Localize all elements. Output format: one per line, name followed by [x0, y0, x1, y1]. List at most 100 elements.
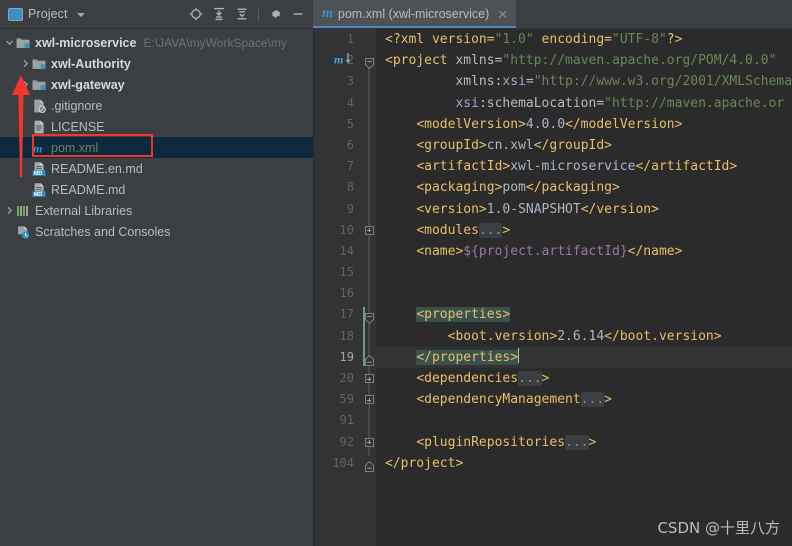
tree-node-label: External Libraries	[35, 203, 133, 218]
code-token: </boot.version>	[604, 328, 722, 344]
line-number: 16	[339, 286, 354, 301]
svg-text:MD: MD	[34, 191, 42, 197]
code-token: <artifactId>	[416, 159, 511, 175]
tree-node-xwl-microservice[interactable]: xwl-microservice E:\JAVA\myWorkSpace\my	[0, 32, 313, 53]
code-token: "UTF-8"	[612, 32, 667, 47]
tree-node-readme-en-md[interactable]: MD README.en.md	[0, 158, 313, 179]
line-number: 92	[339, 434, 354, 449]
code-token: </groupId>	[533, 137, 613, 153]
code-token: <dependencyManagement	[416, 392, 581, 408]
fold-cell	[362, 29, 376, 50]
code-line[interactable]: <groupId>cn.xwl</groupId>	[376, 135, 792, 156]
code-line[interactable]: <dependencies...>	[376, 368, 792, 389]
code-token: ...	[518, 371, 542, 386]
code-token: ...	[478, 222, 503, 238]
code-line[interactable]: <dependencyManagement...>	[376, 389, 792, 410]
gear-icon[interactable]	[264, 3, 286, 25]
code-token: <version>	[416, 201, 487, 217]
fold-collapse-start-icon[interactable]	[364, 56, 374, 70]
toolbar-separator	[258, 6, 259, 22]
top-row: Project m pom.xml (xwl-microservice) ✕	[0, 0, 792, 29]
editor-fold-column[interactable]	[362, 29, 376, 546]
code-line[interactable]	[376, 283, 792, 304]
code-token: 2.6.14	[557, 328, 605, 344]
tree-node-readme-md[interactable]: MD README.md	[0, 179, 313, 200]
tree-node-external-libraries[interactable]: External Libraries	[0, 200, 313, 221]
line-number: 1	[346, 32, 354, 46]
minimize-icon[interactable]	[287, 3, 309, 25]
fold-collapse-start-icon[interactable]	[364, 311, 374, 324]
tree-node-xwl-gateway[interactable]: xwl-gateway	[0, 74, 313, 95]
line-number: 6	[346, 137, 354, 152]
fold-expand-icon[interactable]	[364, 225, 374, 235]
chevron-right-icon[interactable]	[20, 80, 31, 89]
code-token: xwl-microservice	[510, 159, 636, 175]
line-number: 9	[346, 201, 354, 216]
tree-node-label: README.en.md	[51, 161, 143, 176]
project-toolwindow-title-group[interactable]: Project	[8, 7, 85, 21]
chevron-down-icon[interactable]	[76, 13, 85, 17]
code-line[interactable]: </properties>	[376, 346, 792, 368]
code-line[interactable]: <name>${project.artifactId}</name>	[376, 241, 792, 262]
code-line[interactable]: <pluginRepositories...>	[376, 432, 792, 453]
fold-expand-icon[interactable]	[364, 437, 374, 447]
code-token: <modules	[416, 222, 479, 238]
code-token: </packaging>	[525, 180, 620, 196]
tree-node-xwl-authority[interactable]: xwl-Authority	[0, 53, 313, 74]
chevron-down-icon[interactable]	[4, 38, 15, 47]
code-token: <project	[385, 53, 456, 69]
code-token: 1.0-SNAPSHOT	[486, 201, 581, 217]
code-line[interactable]: xmlns:xsi="http://www.w3.org/2001/XMLSch…	[376, 71, 792, 92]
fold-collapse-end-icon[interactable]	[364, 353, 374, 366]
editor-tab-pom-xml[interactable]: m pom.xml (xwl-microservice) ✕	[313, 0, 517, 28]
code-line[interactable]: <?xml version="1.0" encoding="UTF-8"?>	[376, 29, 792, 50]
code-line[interactable]: <artifactId>xwl-microservice</artifactId…	[376, 156, 792, 177]
code-token: </version>	[580, 201, 659, 217]
chevron-right-icon[interactable]	[20, 59, 31, 68]
tree-node-label: .gitignore	[51, 98, 103, 113]
editor-code-area[interactable]: <?xml version="1.0" encoding="UTF-8"?> <p…	[376, 29, 792, 546]
chevron-right-icon[interactable]	[4, 206, 15, 215]
maven-reimport-icon[interactable]: m	[334, 51, 358, 67]
editor-gutter[interactable]: 1 2 3 4 5 6 7 8 9 10 14 15 16 17 18 19 20 59 91 92 104 m	[314, 29, 362, 546]
code-line[interactable]: xsi:schemaLocation="http://maven.apache.…	[376, 93, 792, 114]
code-line[interactable]: <modules...>	[376, 220, 792, 241]
tree-node-label: xwl-microservice	[35, 35, 137, 50]
code-line[interactable]	[376, 410, 792, 431]
editor-tabs: m pom.xml (xwl-microservice) ✕	[313, 0, 792, 29]
code-token: >	[502, 222, 511, 238]
tree-node-pom-xml[interactable]: m pom.xml	[0, 137, 313, 158]
code-editor[interactable]: 1 2 3 4 5 6 7 8 9 10 14 15 16 17 18 19 20 59 91 92 104 m <?xm…	[314, 29, 792, 546]
code-line[interactable]: <packaging>pom</packaging>	[376, 177, 792, 198]
locate-icon[interactable]	[185, 3, 207, 25]
tree-node-scratches-and-consoles[interactable]: Scratches and Consoles	[0, 221, 313, 242]
code-line[interactable]: <properties>	[376, 304, 792, 325]
tree-node-license[interactable]: LICENSE	[0, 116, 313, 137]
project-toolwindow-header: Project	[0, 0, 313, 29]
fold-expand-icon[interactable]	[364, 374, 374, 384]
tree-node-label: LICENSE	[51, 119, 105, 134]
code-line[interactable]: </project>	[376, 453, 792, 474]
code-line[interactable]	[376, 262, 792, 283]
collapse-all-icon[interactable]	[231, 3, 253, 25]
module-folder-icon	[31, 56, 47, 72]
code-line[interactable]: <version>1.0-SNAPSHOT</version>	[376, 199, 792, 220]
code-token: ...	[565, 434, 589, 450]
code-line[interactable]: <modelVersion>4.0.0</modelVersion>	[376, 114, 792, 135]
code-token: cn.xwl	[486, 137, 534, 153]
code-token: <properties>	[416, 307, 511, 323]
code-line[interactable]: <boot.version>2.6.14</boot.version>	[376, 326, 792, 347]
tree-node-gitignore[interactable]: .gitignore	[0, 95, 313, 116]
code-token: xmlns:	[455, 74, 503, 90]
fold-expand-icon[interactable]	[364, 395, 374, 405]
fold-collapse-end-icon[interactable]	[364, 459, 374, 472]
fold-cell[interactable]	[362, 50, 376, 71]
expand-all-icon[interactable]	[208, 3, 230, 25]
close-icon[interactable]: ✕	[497, 8, 508, 21]
code-line[interactable]: <project xmlns="http://maven.apache.org/…	[376, 50, 792, 71]
